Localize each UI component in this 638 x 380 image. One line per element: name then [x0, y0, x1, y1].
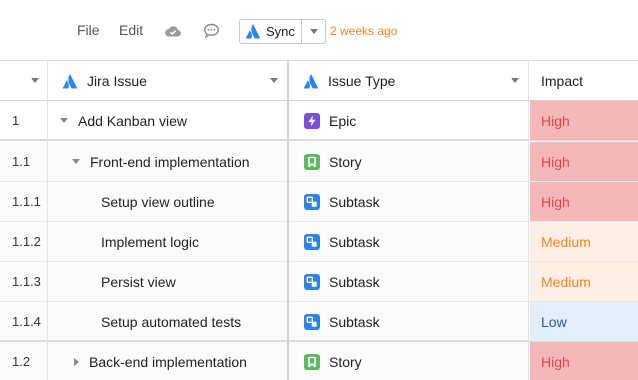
epic-icon [304, 112, 320, 129]
table-row[interactable]: 1 Add Kanban view Epic High [0, 101, 638, 141]
impact-label: Low [541, 313, 567, 330]
menu-file[interactable]: File [77, 22, 100, 38]
column-divider [287, 60, 289, 380]
sync-label: Sync [266, 24, 295, 39]
chevron-down-icon[interactable] [270, 78, 278, 83]
issue-type-label: Subtask [329, 193, 380, 210]
column-divider [528, 60, 529, 380]
issue-summary: Implement logic [101, 233, 200, 250]
sync-control: Sync [239, 19, 326, 44]
table-row[interactable]: 1.1.1 Setup view outline Subtask High [0, 182, 638, 222]
impact-label: High [541, 112, 570, 129]
column-divider [47, 60, 48, 380]
cloud-icon[interactable] [164, 22, 182, 40]
story-icon [304, 353, 320, 370]
comment-icon[interactable] [202, 22, 220, 40]
issue-type-label: Subtask [329, 233, 380, 250]
issue-cell[interactable]: Front-end implementation [49, 142, 287, 181]
type-cell[interactable]: Subtask [290, 302, 528, 341]
impact-cell[interactable]: Low [530, 302, 638, 341]
impact-label: High [541, 353, 570, 370]
issue-type-label: Story [329, 153, 362, 170]
issue-cell[interactable]: Persist view [49, 262, 287, 301]
issue-summary: Add Kanban view [78, 112, 187, 129]
jira-icon [303, 73, 319, 88]
impact-header-label: Impact [541, 73, 584, 89]
subtask-icon [304, 273, 320, 290]
impact-cell[interactable]: Medium [530, 222, 638, 261]
collapse-icon[interactable] [72, 159, 80, 164]
issue-type-header[interactable]: Issue Type [290, 61, 528, 101]
sync-button[interactable]: Sync [240, 20, 302, 43]
impact-cell[interactable]: Medium [530, 262, 638, 301]
chevron-down-icon [309, 29, 318, 34]
expand-icon[interactable] [74, 357, 79, 366]
impact-header[interactable]: Impact [530, 61, 638, 101]
issue-cell[interactable]: Add Kanban view [49, 101, 287, 140]
table-row[interactable]: 1.2 Back-end implementation Story High [0, 342, 638, 380]
issue-type-label: Subtask [329, 273, 380, 290]
issue-cell[interactable]: Back-end implementation [49, 342, 287, 380]
type-cell[interactable]: Story [290, 142, 528, 181]
issue-cell[interactable]: Setup view outline [49, 182, 287, 221]
row-number: 1.2 [12, 354, 31, 369]
impact-label: Medium [541, 273, 591, 290]
impact-cell[interactable]: High [530, 101, 638, 140]
issue-grid: Jira Issue Issue Type Impact 1 Add Kanba… [0, 60, 638, 380]
row-number: 1.1 [12, 154, 31, 169]
sync-dropdown-button[interactable] [302, 20, 325, 43]
chevron-down-icon[interactable] [31, 78, 39, 83]
impact-label: High [541, 153, 570, 170]
type-cell[interactable]: Subtask [290, 262, 528, 301]
issue-type-label: Subtask [329, 313, 380, 330]
type-cell[interactable]: Subtask [290, 222, 528, 261]
impact-label: High [541, 193, 570, 210]
impact-cell[interactable]: High [530, 342, 638, 380]
menu-edit[interactable]: Edit [119, 22, 143, 38]
issue-summary: Back-end implementation [89, 353, 247, 370]
row-number: 1.1.2 [12, 234, 41, 249]
jira-icon [62, 73, 78, 88]
row-number: 1.1.4 [12, 314, 41, 329]
type-cell[interactable]: Subtask [290, 182, 528, 221]
row-number-header [0, 61, 48, 101]
impact-cell[interactable]: High [530, 142, 638, 181]
issue-summary: Front-end implementation [90, 153, 250, 170]
issue-cell[interactable]: Setup automated tests [49, 302, 287, 341]
issue-summary: Setup view outline [101, 193, 215, 210]
issue-cell[interactable]: Implement logic [49, 222, 287, 261]
table-row[interactable]: 1.1 Front-end implementation Story High [0, 142, 638, 182]
grid-header: Jira Issue Issue Type Impact [0, 60, 638, 101]
row-number: 1.1.3 [12, 274, 41, 289]
story-icon [304, 153, 320, 170]
toolbar: File Edit Sync 2 weeks ago [0, 0, 638, 60]
issue-type-header-label: Issue Type [328, 73, 396, 89]
jira-icon [245, 24, 261, 39]
impact-label: Medium [541, 233, 591, 250]
issue-type-label: Epic [329, 112, 357, 129]
table-row[interactable]: 1.1.3 Persist view Subtask Medium [0, 262, 638, 302]
jira-issue-header-label: Jira Issue [87, 73, 147, 89]
row-number: 1 [12, 113, 20, 128]
issue-summary: Setup automated tests [101, 313, 242, 330]
subtask-icon [304, 233, 320, 250]
table-row[interactable]: 1.1.4 Setup automated tests Subtask Low [0, 302, 638, 342]
type-cell[interactable]: Story [290, 342, 528, 380]
chevron-down-icon[interactable] [511, 78, 519, 83]
subtask-icon [304, 313, 320, 330]
type-cell[interactable]: Epic [290, 101, 528, 140]
issue-summary: Persist view [101, 273, 176, 290]
jira-issue-header[interactable]: Jira Issue [49, 61, 287, 101]
table-row[interactable]: 1.1.2 Implement logic Subtask Medium [0, 222, 638, 262]
last-updated-text: 2 weeks ago [330, 24, 398, 38]
subtask-icon [304, 193, 320, 210]
collapse-icon[interactable] [60, 118, 68, 123]
impact-cell[interactable]: High [530, 182, 638, 221]
row-number: 1.1.1 [12, 194, 41, 209]
issue-type-label: Story [329, 353, 362, 370]
